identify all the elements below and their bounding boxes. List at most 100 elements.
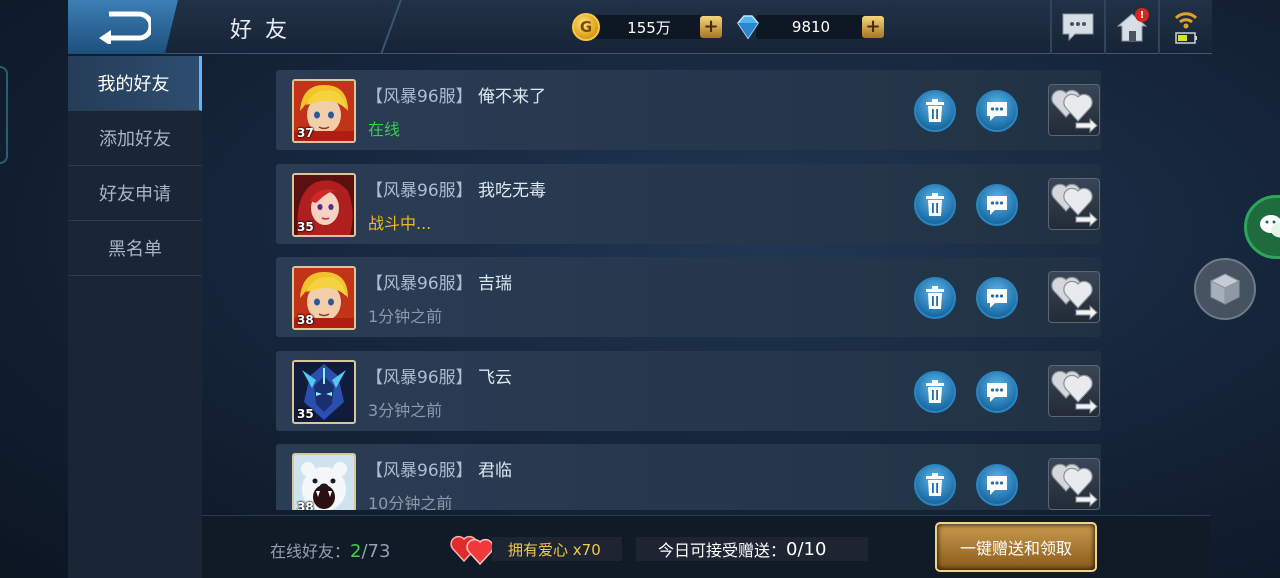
friend-name-line: 【风暴96服】 飞云 xyxy=(366,363,512,388)
message-friend-button[interactable] xyxy=(976,183,1018,226)
delete-friend-button[interactable] xyxy=(914,464,956,506)
tab-add-friend[interactable]: 添加好友 xyxy=(68,111,202,166)
online-friends: 在线好友：2/73 xyxy=(270,538,390,562)
back-arrow-icon xyxy=(99,11,151,44)
chat-bubble-icon xyxy=(1062,13,1094,42)
send-heart-icon xyxy=(1051,183,1098,227)
message-icon xyxy=(987,289,1007,308)
message-icon xyxy=(987,195,1007,215)
tab-my-friends[interactable]: 我的好友 xyxy=(68,56,202,111)
love-count: 拥有爱心 x70 xyxy=(492,537,622,561)
friend-avatar[interactable]: 35 xyxy=(292,359,356,424)
friend-name-line: 【风暴96服】 君临 xyxy=(366,456,512,481)
gold-value: 155万 xyxy=(594,15,704,39)
friend-avatar[interactable]: 37 xyxy=(292,79,356,143)
delete-friend-button[interactable] xyxy=(914,90,956,132)
trash-icon xyxy=(926,192,944,216)
friend-name: 飞云 xyxy=(478,367,513,388)
network-status xyxy=(1158,0,1212,54)
diamond-icon xyxy=(737,15,759,40)
friend-level: 35 xyxy=(297,219,314,234)
message-icon xyxy=(987,382,1007,402)
message-icon xyxy=(987,476,1007,495)
friend-row[interactable]: 35 【风暴96服】 我吃无毒战斗中... xyxy=(276,163,1101,244)
page-title: 好 友 xyxy=(230,18,290,43)
receive-label: 今日可接受赠送： xyxy=(658,541,787,560)
chat-button[interactable] xyxy=(1050,0,1104,54)
send-heart-button[interactable] xyxy=(1048,364,1100,417)
love-hearts-icon xyxy=(450,535,494,566)
header-divider xyxy=(380,0,402,54)
friend-row[interactable]: 38 【风暴96服】 吉瑞 1分钟之前 xyxy=(276,257,1101,337)
gold-coin-icon: G xyxy=(572,13,600,41)
friend-avatar[interactable]: 38 xyxy=(292,266,356,330)
friend-status: 战斗中... xyxy=(368,213,432,233)
online-total: /73 xyxy=(361,541,391,562)
bottom-bar: 在线好友：2/73 拥有爱心 x70 今日可接受赠送： 0/10 一键赠送和领取 xyxy=(202,515,1210,578)
send-heart-button[interactable] xyxy=(1048,458,1100,510)
left-edge-handle xyxy=(0,66,8,164)
trash-icon xyxy=(926,473,944,496)
send-receive-all-button[interactable]: 一键赠送和领取 xyxy=(935,522,1097,572)
delete-friend-button[interactable] xyxy=(914,277,956,319)
friend-name: 君临 xyxy=(478,461,513,481)
friend-status: 在线 xyxy=(368,120,401,139)
friend-row[interactable]: 38 【风暴96服】 君临 10分钟之前 xyxy=(276,444,1101,510)
tab-blacklist[interactable]: 黑名单 xyxy=(68,221,202,276)
add-gold-button[interactable]: + xyxy=(700,16,722,38)
friend-name: 我吃无毒 xyxy=(478,180,547,201)
message-friend-button[interactable] xyxy=(976,464,1018,506)
send-heart-icon xyxy=(1051,463,1098,507)
top-bar: 好 友 G 155万 + 9810 + ! xyxy=(68,0,1212,54)
back-button[interactable] xyxy=(68,0,178,54)
friend-server: 【风暴96服】 xyxy=(366,367,473,388)
friend-name: 俺不来了 xyxy=(478,87,547,107)
friend-level: 37 xyxy=(297,126,314,140)
friend-avatar[interactable]: 38 xyxy=(292,453,356,510)
gem-counter: 9810 + xyxy=(734,12,884,42)
online-label: 在线好友： xyxy=(270,542,351,561)
sidebar: 我的好友 添加好友 好友申请 黑名单 xyxy=(68,56,202,578)
friend-server: 【风暴96服】 xyxy=(366,461,473,481)
wifi-battery-icon xyxy=(1174,12,1198,44)
friend-level: 35 xyxy=(297,406,314,421)
friend-name-line: 【风暴96服】 我吃无毒 xyxy=(366,176,546,201)
friend-server: 【风暴96服】 xyxy=(366,274,473,294)
friend-name: 吉瑞 xyxy=(478,274,513,294)
gem-value: 9810 xyxy=(756,15,866,39)
wechat-icon xyxy=(1260,215,1280,238)
friend-name-line: 【风暴96服】 俺不来了 xyxy=(366,82,546,107)
friend-level: 38 xyxy=(297,313,314,327)
home-button[interactable]: ! xyxy=(1104,0,1158,54)
friend-list[interactable]: 37 【风暴96服】 俺不来了在线 35 【风暴96服】 我吃无毒战斗中... 38 【风… xyxy=(276,70,1101,510)
delete-friend-button[interactable] xyxy=(914,370,956,413)
tab-friend-requests[interactable]: 好友申请 xyxy=(68,166,202,221)
message-icon xyxy=(987,102,1007,121)
trash-icon xyxy=(926,379,944,403)
notification-badge: ! xyxy=(1135,8,1149,22)
friend-row[interactable]: 37 【风暴96服】 俺不来了在线 xyxy=(276,70,1101,150)
gold-counter: G 155万 + xyxy=(572,12,722,42)
send-heart-icon xyxy=(1051,276,1098,320)
top-icons: ! xyxy=(1050,0,1212,54)
delete-friend-button[interactable] xyxy=(914,183,956,226)
floating-cube-button[interactable] xyxy=(1194,258,1256,320)
friend-status: 10分钟之前 xyxy=(368,494,453,510)
friend-server: 【风暴96服】 xyxy=(366,87,473,107)
online-count: 2 xyxy=(350,541,362,562)
send-heart-button[interactable] xyxy=(1048,177,1100,230)
receive-value: 0/10 xyxy=(786,538,827,560)
send-heart-icon xyxy=(1051,370,1098,414)
send-heart-button[interactable] xyxy=(1048,84,1100,136)
message-friend-button[interactable] xyxy=(976,90,1018,132)
friend-level: 38 xyxy=(297,500,314,510)
add-gem-button[interactable]: + xyxy=(862,16,884,38)
message-friend-button[interactable] xyxy=(976,370,1018,413)
trash-icon xyxy=(926,99,944,122)
message-friend-button[interactable] xyxy=(976,277,1018,319)
send-heart-button[interactable] xyxy=(1048,271,1100,323)
friend-row[interactable]: 35 【风暴96服】 飞云 3分钟之前 xyxy=(276,350,1101,431)
friend-status: 1分钟之前 xyxy=(368,307,443,326)
friend-avatar[interactable]: 35 xyxy=(292,172,356,237)
cube-icon xyxy=(1209,273,1241,305)
